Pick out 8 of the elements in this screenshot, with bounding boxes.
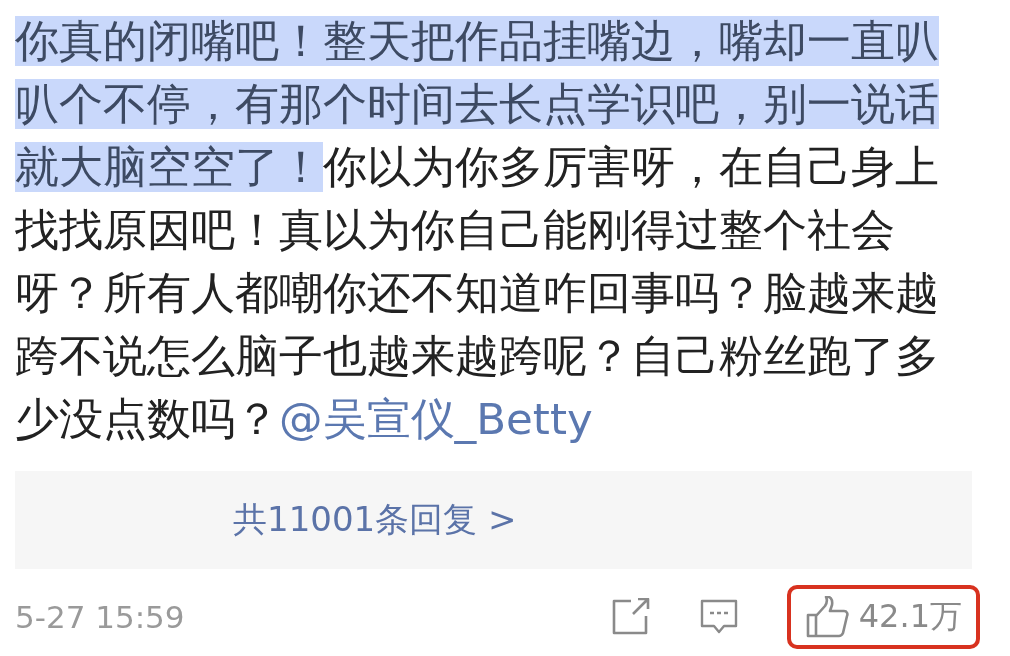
- comment-text: 你真的闭嘴吧！整天把作品挂嘴边，嘴却一直叭叭个不停，有那个时间去长点学识吧，别一说话就大脑空空了！你以为你多厉害呀，在自己身上找找原因吧！真以为你自己能刚得过整个社会呀？所有人都嘲你还不知道咋回事吗？脸越来越跨不说怎么脑子也越来越跨呢？自己粉丝跑了多少没点数吗？@吴宣仪_Betty: [15, 15, 940, 446]
- view-replies-link[interactable]: 共11001条回复 >: [233, 497, 517, 543]
- share-icon[interactable]: [610, 598, 651, 636]
- thumbs-up-icon: [804, 596, 849, 638]
- comment-icon[interactable]: [698, 598, 739, 636]
- mention-link[interactable]: @吴宣仪_Betty: [279, 394, 593, 444]
- like-button[interactable]: 42.1万: [786, 585, 980, 649]
- comment-time: 5-27 15:59: [15, 599, 185, 635]
